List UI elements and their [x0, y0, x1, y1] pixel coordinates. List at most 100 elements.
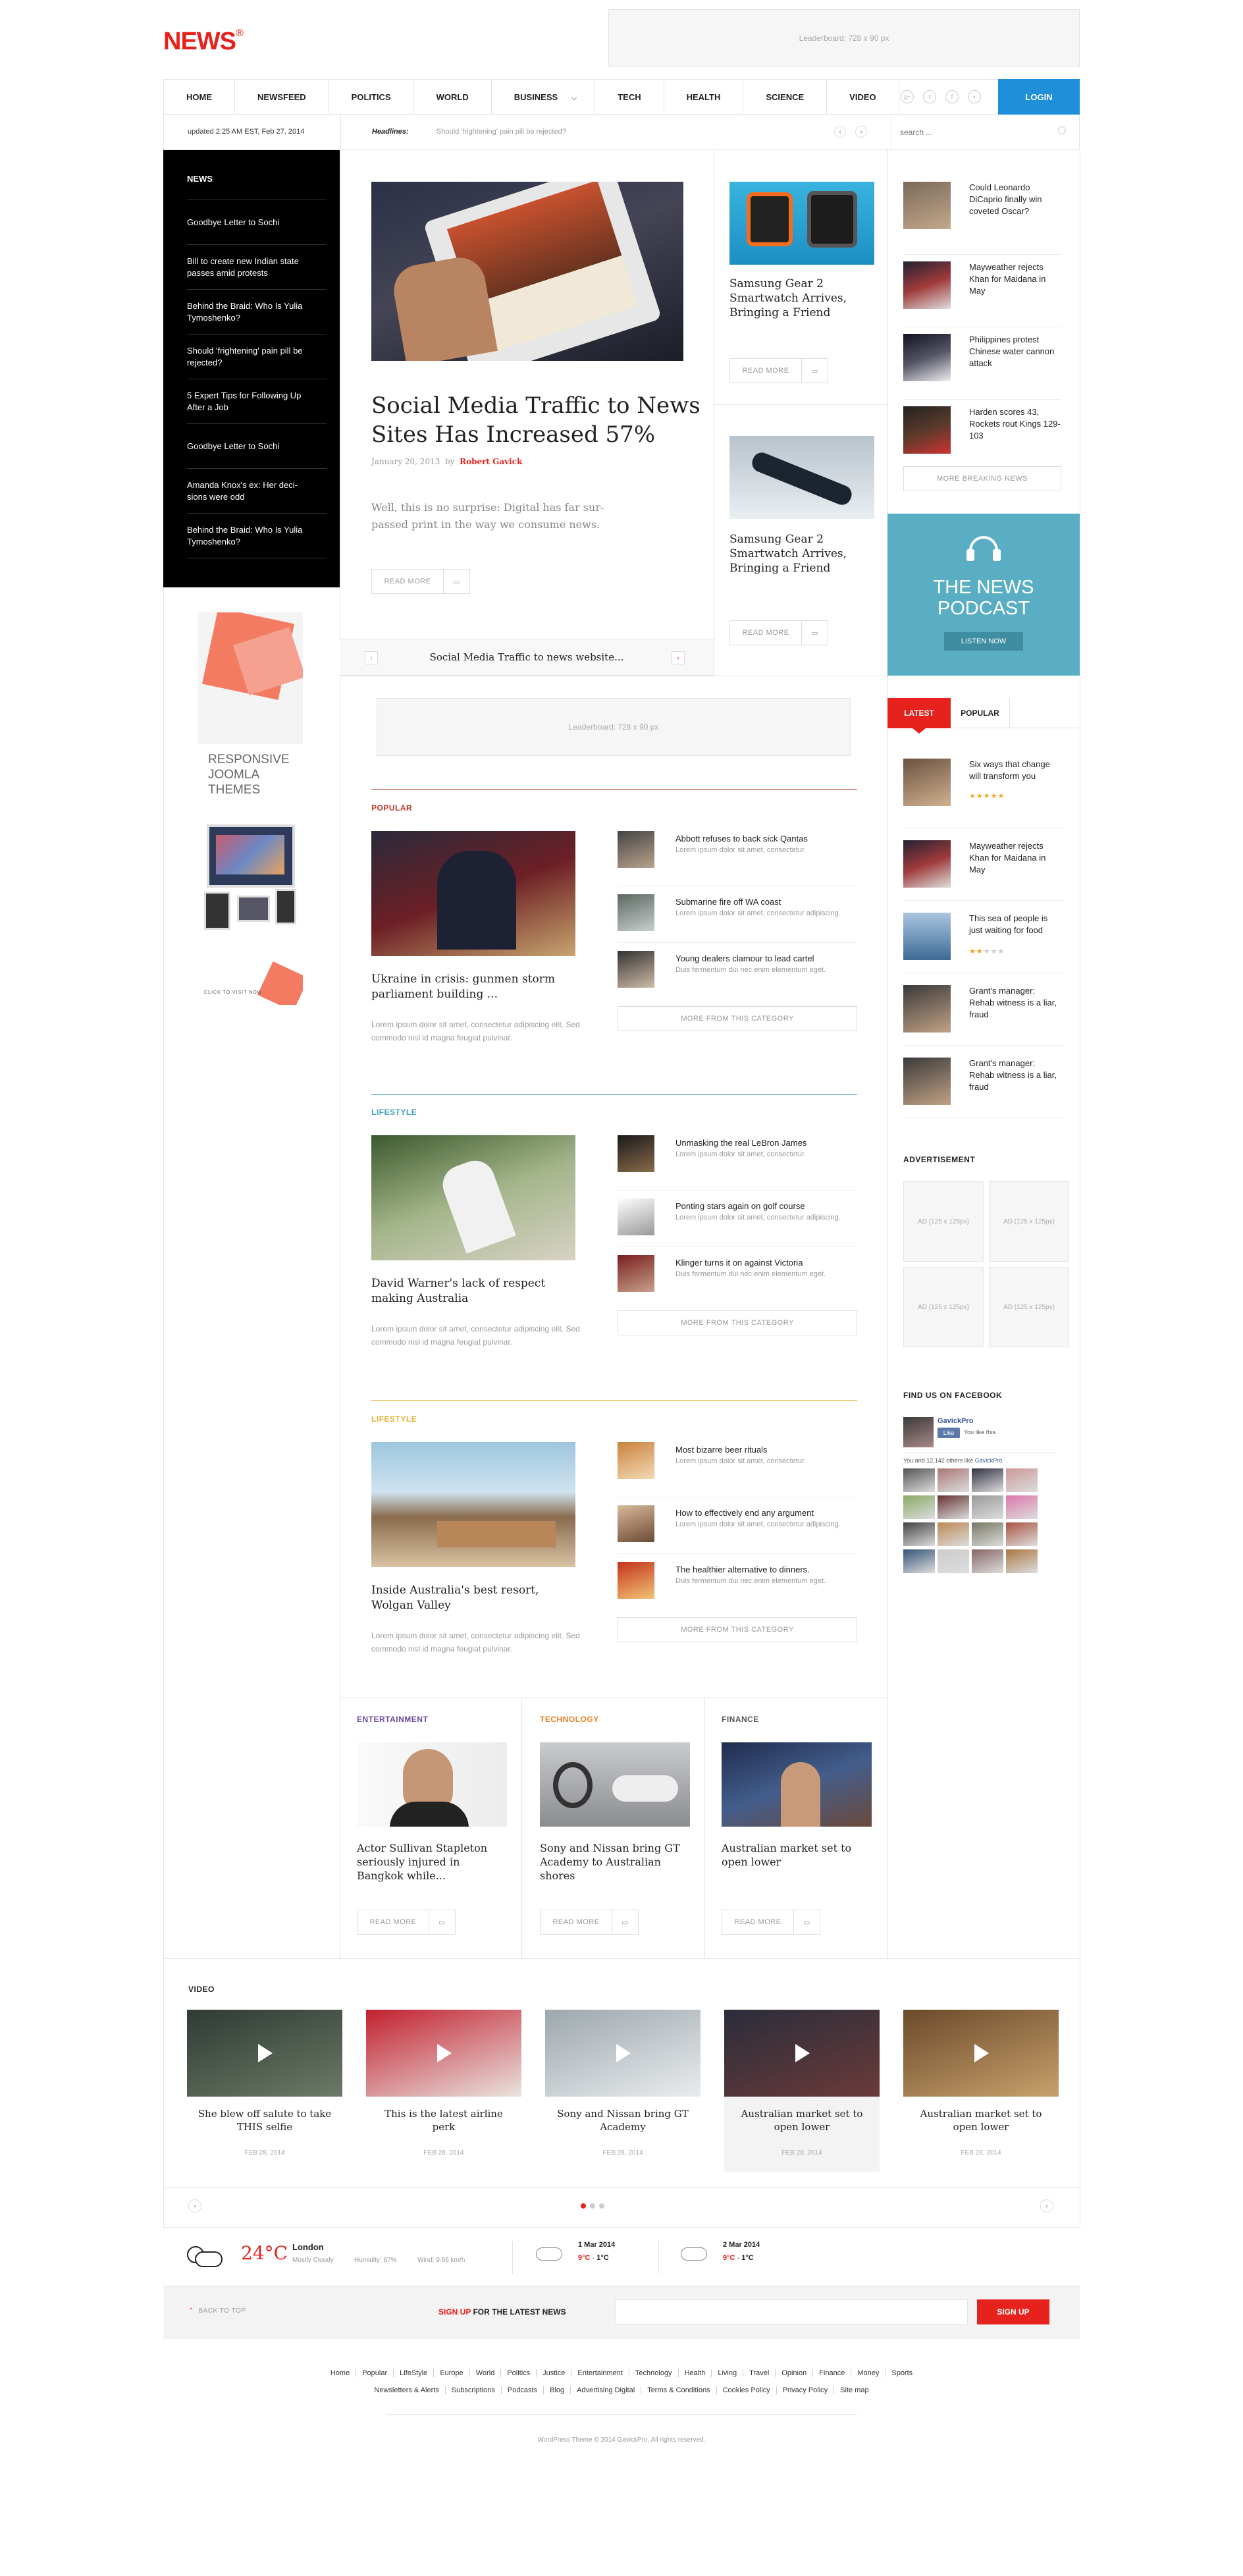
video-title[interactable]: This is the latest airline perk	[375, 2107, 512, 2133]
section-title-lifestyle-2[interactable]: LIFESTYLE	[371, 1414, 417, 1424]
more-breaking-button[interactable]: MORE BREAKING NEWS	[903, 466, 1061, 491]
facebook-fan-avatar[interactable]	[938, 1549, 969, 1573]
read-more-button[interactable]: READ MORE	[357, 1910, 429, 1935]
footer-link[interactable]: Popular	[356, 2369, 393, 2377]
footer-link[interactable]: Europe	[433, 2369, 469, 2377]
footer-link[interactable]: Sports	[885, 2369, 918, 2377]
logo[interactable]: NEWS®	[163, 28, 244, 56]
mid-story-image-1[interactable]	[729, 182, 874, 265]
main-story-title[interactable]: Social Media Traffic to News Sites Has I…	[371, 391, 727, 449]
comment-icon[interactable]: ▭	[444, 569, 470, 594]
video-thumbnail[interactable]	[187, 2010, 342, 2097]
author-link[interactable]: Robert Gavick	[460, 457, 522, 466]
footer-link[interactable]: Terms & Conditions	[641, 2386, 716, 2394]
list-item[interactable]: Submarine fire off WA coast Lorem ipsum d…	[618, 886, 857, 943]
search-input[interactable]	[900, 122, 1051, 142]
tab-latest[interactable]: LATEST	[887, 698, 951, 728]
nav-video[interactable]: VIDEO	[827, 80, 899, 114]
footer-link[interactable]: Finance	[812, 2369, 851, 2377]
mid-story-image-2[interactable]	[729, 436, 874, 519]
facebook-fan-avatar[interactable]	[972, 1549, 1003, 1573]
headline-ticker[interactable]: Should 'frightening' pain pill be reject…	[436, 128, 566, 136]
facebook-fan-avatar[interactable]	[1006, 1522, 1038, 1546]
facebook-fan-avatar[interactable]	[972, 1522, 1003, 1546]
play-icon[interactable]	[974, 2044, 989, 2062]
play-icon[interactable]	[258, 2044, 273, 2062]
facebook-fan-avatar[interactable]	[972, 1495, 1003, 1519]
sidebar-item[interactable]: Goodbye Letter to Sochi	[187, 424, 327, 469]
category-headline[interactable]: David Warner's lack of respect making Au…	[371, 1276, 575, 1306]
section-title-entertainment[interactable]: ENTERTAINMENT	[357, 1715, 428, 1724]
list-item[interactable]: Most bizarre beer rituals Lorem ipsum dol…	[618, 1442, 857, 1497]
list-item[interactable]: Grant's manager: Rehab witness is a liar…	[903, 1046, 1064, 1118]
mid-story-title[interactable]: Samsung Gear 2 Smartwatch Arrives, Bring…	[729, 532, 868, 576]
facebook-fan-avatar[interactable]	[972, 1468, 1003, 1492]
section-title-lifestyle[interactable]: LIFESTYLE	[371, 1108, 417, 1117]
comment-icon[interactable]: ▭	[802, 358, 828, 383]
list-item[interactable]: Unmasking the real LeBron James Lorem ips…	[618, 1135, 857, 1191]
video-thumbnail[interactable]	[366, 2010, 521, 2097]
footer-link[interactable]: Living	[711, 2369, 743, 2377]
bottom-cat-title[interactable]: Australian market set to open lower	[722, 1841, 872, 1869]
comment-icon[interactable]: ▭	[612, 1910, 639, 1935]
footer-link[interactable]: Blog	[543, 2386, 570, 2394]
list-item[interactable]: This sea of people is just waiting for f…	[903, 901, 1064, 973]
facebook-fan-avatar[interactable]	[938, 1522, 969, 1546]
footer-link[interactable]: Health	[677, 2369, 712, 2377]
list-item[interactable]: The healthier alternative to dinners. Dui…	[618, 1554, 857, 1611]
footer-link[interactable]: LifeStyle	[393, 2369, 433, 2377]
list-item[interactable]: Philippines protest Chinese water cannon…	[903, 327, 1061, 399]
list-item[interactable]: Six ways that change will transform you ★…	[903, 756, 1064, 828]
footer-link[interactable]: Home	[325, 2369, 356, 2377]
newsletter-email-input[interactable]	[615, 2299, 968, 2324]
facebook-like-button[interactable]: Like	[938, 1428, 960, 1438]
facebook-fan-avatar[interactable]	[903, 1495, 935, 1519]
nav-tech[interactable]: TECH	[595, 80, 664, 114]
list-item[interactable]: Harden scores 43, Rockets rout Kings 129…	[903, 399, 1061, 465]
tab-popular[interactable]: POPULAR	[951, 698, 1010, 728]
footer-link[interactable]: World	[469, 2369, 501, 2377]
sidebar-item[interactable]: 5 Expert Tips for Following Up After a J…	[187, 379, 327, 424]
main-story-image[interactable]	[371, 182, 683, 361]
list-item[interactable]: Mayweather rejects Khan for Maidana in M…	[903, 828, 1064, 901]
footer-link[interactable]: Politics	[500, 2369, 536, 2377]
read-more-button[interactable]: READ MORE	[540, 1910, 612, 1935]
facebook-fan-avatar[interactable]	[903, 1549, 935, 1573]
bottom-cat-title[interactable]: Sony and Nissan bring GT Academy to Aust…	[540, 1841, 690, 1883]
video-title[interactable]: Sony and Nissan bring GT Academy	[554, 2107, 691, 2133]
video-item[interactable]: Sony and Nissan bring GT Academy FEB 28, …	[545, 2010, 701, 2172]
list-item[interactable]: Mayweather rejects Khan for Maidana in M…	[903, 254, 1061, 327]
ad-slot[interactable]: AD (125 x 125px)	[989, 1181, 1069, 1262]
headline-next-button[interactable]: ›	[855, 126, 867, 138]
video-title[interactable]: She blew off salute to take THIS selfie	[196, 2107, 333, 2133]
footer-link[interactable]: Advertising Digital	[570, 2386, 641, 2394]
footer-link[interactable]: Newsletters & Alerts	[368, 2386, 444, 2394]
video-item[interactable]: Australian market set to open lower FEB 2…	[724, 2010, 880, 2172]
video-thumbnail[interactable]	[545, 2010, 701, 2097]
bottom-cat-image[interactable]	[540, 1742, 690, 1827]
sidebar-item[interactable]: Should 'frightening' pain pill be reject…	[187, 335, 327, 379]
bottom-cat-title[interactable]: Actor Sullivan Stapleton seriously injur…	[357, 1841, 507, 1883]
category-image[interactable]	[371, 831, 575, 956]
category-image[interactable]	[371, 1442, 575, 1567]
video-title[interactable]: Australian market set to open lower	[912, 2107, 1049, 2133]
list-item[interactable]: How to effectively end any argument Lorem…	[618, 1497, 857, 1554]
ad-leaderboard-top[interactable]: Leaderboard: 728 x 90 px	[608, 9, 1080, 67]
facebook-page-link[interactable]: GavickPro	[938, 1417, 973, 1425]
nav-health[interactable]: HEALTH	[664, 80, 744, 114]
more-from-category-button[interactable]: MORE FROM THIS CATEGORY	[618, 1006, 857, 1031]
pagination-dot[interactable]	[590, 2203, 595, 2209]
section-title-technology[interactable]: TECHNOLOGY	[540, 1715, 599, 1724]
footer-link[interactable]: Technology	[628, 2369, 678, 2377]
footer-link[interactable]: Site map	[833, 2386, 874, 2394]
facebook-icon[interactable]: f	[945, 90, 959, 103]
facebook-fan-avatar[interactable]	[938, 1495, 969, 1519]
ad-slot[interactable]: AD (125 x 125px)	[989, 1267, 1069, 1347]
video-thumbnail[interactable]	[724, 2010, 880, 2097]
read-more-button[interactable]: READ MORE	[371, 569, 444, 594]
ad-leaderboard-mid[interactable]: Leaderboard: 728 x 90 px	[377, 698, 851, 756]
slider-caption[interactable]: Social Media Traffic to news website...	[340, 651, 714, 663]
facebook-fan-avatar[interactable]	[938, 1468, 969, 1492]
read-more-button[interactable]: READ MORE	[729, 620, 802, 645]
video-item[interactable]: Australian market set to open lower FEB 2…	[903, 2010, 1059, 2172]
